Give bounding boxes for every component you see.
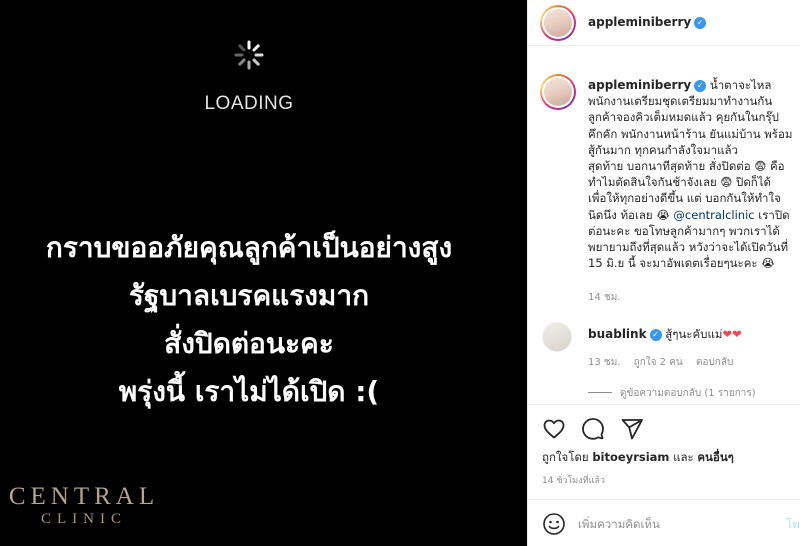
liked-by-prefix: ถูกใจโดย — [542, 450, 589, 464]
header-username[interactable]: appleminiberry — [588, 15, 691, 29]
comment-input[interactable] — [578, 512, 768, 536]
caption-body-1: น้ำตาจะไหล พนักงานเตรียมชุดเตรียมมาทำงาน… — [588, 78, 793, 222]
comment-meta: 13 ชม. ถูกใจ 2 คน ตอบกลับ — [588, 355, 743, 370]
comment-text: สู้ๆนะคับแม่ — [665, 327, 723, 341]
verified-badge-icon: ✓ — [694, 80, 707, 92]
comment-avatar[interactable] — [542, 322, 572, 352]
apology-line: กราบขออภัยคุณลูกค้าเป็นอย่างสูง — [45, 231, 453, 264]
logo-line-1: CENTRAL — [8, 483, 160, 510]
verified-badge-icon: ✓ — [649, 329, 662, 341]
comment-icon[interactable] — [581, 417, 605, 441]
post-comment-button[interactable]: โพสต์ — [786, 516, 800, 534]
loading-spinner-icon — [234, 40, 264, 70]
smiley-icon[interactable] — [542, 512, 566, 536]
avatar[interactable] — [540, 5, 576, 41]
apology-line: พรุ่งนี้ เราไม่ได้เปิด :( — [118, 375, 380, 408]
view-replies-label[interactable]: ดูข้อความตอบกลับ (1 รายการ) — [620, 388, 756, 399]
heart-emoji-icon: ❤❤ — [722, 327, 742, 341]
loading-text: LOADING — [204, 93, 294, 114]
liked-by-user-link[interactable]: bitoeyrsiam — [592, 450, 669, 464]
comment-time[interactable]: 13 ชม. — [588, 357, 620, 368]
comment-line: buablink ✓ สู้ๆนะคับแม่❤❤ — [588, 326, 742, 344]
liked-by-and: และ — [673, 450, 694, 464]
caption-time[interactable]: 14 ชม. — [588, 290, 620, 305]
action-icons — [542, 417, 654, 441]
post-actions: ถูกใจโดย bitoeyrsiam และ คนอื่นๆ 14 ชั่ว… — [528, 404, 800, 546]
liked-by-others-link[interactable]: คนอื่นๆ — [697, 450, 734, 464]
post-side-panel: appleminiberry ✓ appleminiberry ✓ น้ำตาจะไ… — [527, 0, 800, 546]
logo-line-2: CLINIC — [41, 511, 127, 527]
post-header: appleminiberry ✓ — [528, 0, 800, 46]
caption-avatar[interactable] — [540, 74, 576, 110]
view-replies-button[interactable]: ดูข้อความตอบกลับ (1 รายการ) — [588, 386, 756, 401]
verified-badge-icon: ✓ — [694, 17, 707, 29]
central-clinic-logo: CENTRAL CLINIC — [4, 484, 164, 528]
comment-username[interactable]: buablink ✓ — [588, 327, 662, 341]
header-username-link[interactable]: appleminiberry ✓ — [588, 15, 707, 29]
heart-icon[interactable] — [542, 417, 566, 441]
post-time-ago[interactable]: 14 ชั่วโมงที่แล้ว — [542, 473, 605, 487]
share-icon[interactable] — [620, 417, 644, 441]
caption-username[interactable]: appleminiberry ✓ — [588, 78, 707, 92]
post-media[interactable]: LOADING กราบขออภัยคุณลูกค้าเป็นอย่างสูง … — [0, 0, 527, 546]
comment-likes[interactable]: ถูกใจ 2 คน — [634, 357, 683, 368]
reply-button[interactable]: ตอบกลับ — [696, 357, 733, 368]
add-comment-bar: โพสต์ — [528, 499, 800, 546]
apology-message: กราบขออภัยคุณลูกค้าเป็นอย่างสูง รัฐบาลเบ… — [0, 224, 498, 416]
mention-link[interactable]: @centralclinic — [673, 208, 754, 222]
replies-divider — [588, 392, 612, 393]
apology-line: สั่งปิดต่อนะคะ — [164, 327, 334, 360]
caption-text: appleminiberry ✓ น้ำตาจะไหล พนักงานเตรียม… — [588, 77, 800, 271]
liked-by: ถูกใจโดย bitoeyrsiam และ คนอื่นๆ — [542, 449, 734, 467]
apology-line: รัฐบาลเบรคแรงมาก — [128, 279, 370, 312]
